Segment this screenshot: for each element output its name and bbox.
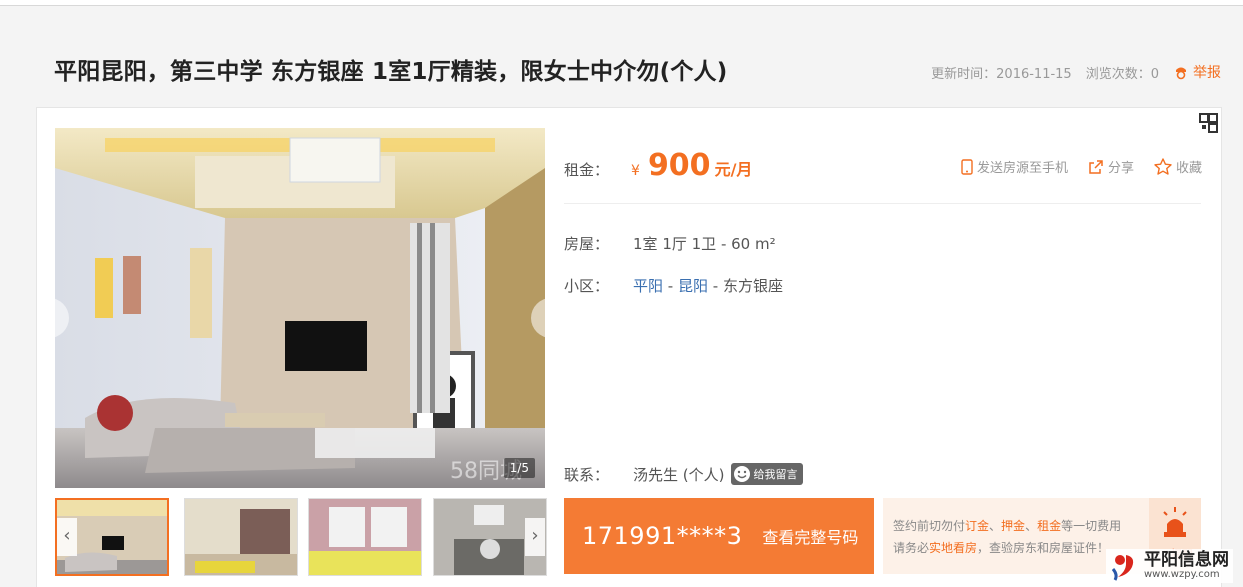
share-label: 分享 bbox=[1107, 161, 1134, 176]
report-button[interactable]: 举报 bbox=[1173, 62, 1221, 82]
thumb-next-button[interactable]: › bbox=[525, 518, 545, 556]
favorite-label: 收藏 bbox=[1175, 161, 1202, 176]
share-icon bbox=[1089, 159, 1103, 174]
thumbnail-2[interactable] bbox=[184, 498, 298, 576]
thumbnail-strip: ‹ › bbox=[55, 498, 547, 578]
photo-counter: 1/5 bbox=[503, 458, 535, 478]
contact-name: 汤先生 (个人) bbox=[633, 465, 725, 484]
view-full-number-label: 查看完整号码 bbox=[762, 528, 859, 547]
leave-message-label: 给我留言 bbox=[753, 468, 798, 481]
price-unit: 元/月 bbox=[714, 160, 753, 179]
area-link-kunyang[interactable]: 昆阳 bbox=[678, 277, 708, 295]
site-logo[interactable]: 平阳信息网 www.wzpy.com bbox=[1106, 549, 1233, 583]
send-to-phone-button[interactable]: 发送房源至手机 bbox=[961, 157, 1068, 176]
notice-text-1a: 签约前切勿付 bbox=[893, 519, 966, 533]
notice-text-2a: 请务必 bbox=[893, 541, 930, 555]
qr-code-icon[interactable] bbox=[1187, 108, 1221, 142]
listing-meta: 更新时间：2016-11-15 浏览次数：0 举报 bbox=[931, 62, 1221, 82]
house-value: 1室 1厅 1卫 - 60 m² bbox=[633, 235, 776, 253]
area-sep-1: - bbox=[663, 277, 678, 295]
contact-label: 联系： bbox=[564, 465, 610, 484]
house-label: 房屋： bbox=[564, 235, 610, 253]
site-logo-name: 平阳信息网 bbox=[1144, 550, 1229, 570]
notice-text-2b: ，查验房东和房屋证件！ bbox=[977, 541, 1110, 555]
update-time: 更新时间：2016-11-15 bbox=[931, 66, 1072, 82]
thumb-prev-button[interactable]: ‹ bbox=[57, 518, 77, 556]
report-icon bbox=[1176, 67, 1186, 80]
price-label: 租金： bbox=[564, 161, 610, 179]
contact-row: 联系： 汤先生 (个人) 给我留言 bbox=[564, 463, 803, 485]
notice-text-1b: 等一切费用 bbox=[1061, 519, 1122, 533]
area-sep-2: - bbox=[708, 277, 723, 295]
view-count: 浏览次数：0 bbox=[1085, 66, 1159, 82]
listing-card: 58同城 1/5 ‹ › 租金： ¥ 900 元/月 发送房源至手机 分享 收藏… bbox=[36, 107, 1222, 587]
price-currency: ¥ bbox=[631, 163, 640, 179]
community-row: 小区： 平阳 - 昆阳 - 东方银座 bbox=[564, 275, 783, 296]
community-name: 东方银座 bbox=[722, 277, 783, 295]
site-logo-icon bbox=[1111, 555, 1134, 581]
price-amount: 900 bbox=[647, 148, 711, 183]
price-row: 租金： ¥ 900 元/月 bbox=[564, 148, 752, 183]
alarm-icon bbox=[1163, 507, 1187, 537]
share-button[interactable]: 分享 bbox=[1088, 157, 1134, 176]
smiley-icon bbox=[733, 466, 750, 482]
notice-security: 押金 bbox=[1001, 519, 1026, 533]
send-to-phone-label: 发送房源至手机 bbox=[976, 161, 1068, 176]
phone-icon bbox=[961, 158, 973, 175]
favorite-button[interactable]: 收藏 bbox=[1154, 157, 1202, 176]
notice-sep-b: 、 bbox=[1025, 519, 1038, 533]
notice-inspect: 实地看房 bbox=[929, 541, 978, 555]
site-logo-url: www.wzpy.com bbox=[1144, 569, 1220, 580]
report-label: 举报 bbox=[1193, 65, 1221, 81]
leave-message-button[interactable]: 给我留言 bbox=[730, 463, 803, 485]
thumbnail-3[interactable] bbox=[308, 498, 422, 576]
community-value: 平阳 - 昆阳 - 东方银座 bbox=[633, 275, 783, 296]
listing-actions: 发送房源至手机 分享 收藏 bbox=[961, 157, 1202, 176]
notice-deposit: 订金 bbox=[965, 519, 990, 533]
house-row: 房屋： 1室 1厅 1卫 - 60 m² bbox=[564, 233, 776, 254]
area-link-pingyang[interactable]: 平阳 bbox=[633, 277, 663, 295]
star-icon bbox=[1154, 158, 1172, 175]
notice-sep-a: 、 bbox=[989, 519, 1002, 533]
phone-number: 171991****3 bbox=[582, 522, 743, 550]
top-border bbox=[0, 0, 1243, 6]
view-phone-button[interactable]: 171991****3 查看完整号码 bbox=[564, 498, 874, 574]
community-label: 小区： bbox=[564, 277, 610, 295]
info-divider bbox=[564, 203, 1201, 204]
main-photo[interactable]: 58同城 1/5 bbox=[55, 128, 545, 488]
page-title: 平阳昆阳，第三中学 东方银座 1室1厅精装，限女士中介勿(个人) bbox=[54, 59, 728, 85]
notice-rent: 租金 bbox=[1037, 519, 1062, 533]
